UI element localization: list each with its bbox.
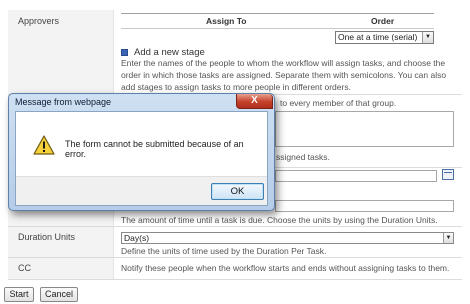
cc-label: CC (18, 263, 31, 273)
add-stage-icon (121, 49, 128, 56)
order-select[interactable]: One at a time (serial) ▼ (335, 31, 434, 44)
header-divider (121, 28, 434, 29)
duration-help-text: The amount of time until a task is due. … (121, 215, 438, 225)
chevron-down-icon[interactable]: ▼ (422, 32, 433, 43)
row-divider (8, 226, 462, 227)
chevron-down-icon[interactable]: ▼ (443, 233, 453, 243)
duration-input[interactable] (275, 200, 454, 212)
assign-table: Assign To Order One at a time (serial) ▼ (121, 13, 434, 47)
order-header: Order (371, 16, 395, 26)
dialog-body: The form cannot be submitted because of … (15, 111, 268, 206)
dialog-message: The form cannot be submitted because of … (65, 139, 244, 159)
cc-help-text: Notify these people when the workflow st… (121, 263, 450, 273)
warning-icon (33, 135, 55, 155)
cancel-button[interactable]: Cancel (40, 287, 78, 302)
row-divider (8, 257, 462, 258)
start-button[interactable]: Start (4, 287, 34, 302)
duration-units-label: Duration Units (18, 232, 76, 242)
tasks-help-text: ssigned tasks. (276, 152, 330, 162)
approvers-help-line: order in which those tasks are assigned.… (121, 70, 447, 80)
group-help-text: to every member of that group. (280, 98, 397, 108)
approvers-label: Approvers (18, 16, 60, 26)
row-divider (8, 279, 462, 280)
duration-units-help: Define the units of time used by the Dur… (121, 246, 327, 256)
close-icon: X (251, 95, 258, 106)
dialog-footer: OK (16, 176, 267, 205)
message-dialog: Message from webpage X The form cannot b… (8, 93, 275, 211)
order-select-value: One at a time (serial) (338, 32, 418, 42)
approvers-help-line: add stages to assign tasks to more peopl… (121, 82, 351, 92)
approvers-help-line: Enter the names of the people to whom th… (121, 58, 446, 68)
dialog-title: Message from webpage (15, 97, 112, 107)
duration-units-select[interactable]: Day(s) ▼ (121, 232, 454, 244)
date-input[interactable] (275, 170, 437, 182)
people-picker-input[interactable] (275, 111, 454, 147)
duration-units-value: Day(s) (124, 233, 150, 243)
calendar-icon[interactable] (442, 169, 454, 180)
close-button[interactable]: X (236, 94, 273, 109)
ok-button[interactable]: OK (211, 183, 264, 200)
assign-to-header: Assign To (206, 16, 247, 26)
